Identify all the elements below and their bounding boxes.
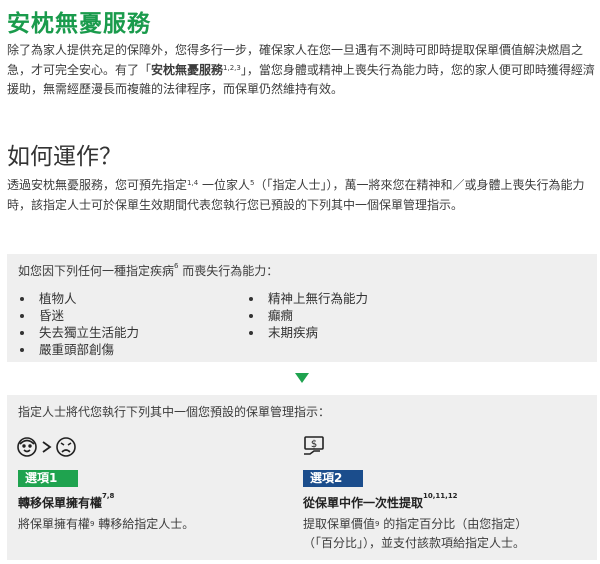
option-2-body-text-3: （「百分比」），並支付該款項給指定人士。 [303, 536, 526, 550]
illness-item: 末期疾病 [242, 324, 368, 341]
how-text-2: 一位家人 [198, 178, 250, 192]
owner-face-icon [17, 437, 37, 457]
intro-footnote: 1,2,3 [223, 63, 241, 72]
illness-list-right: 精神上無行為能力 癲癇 末期疾病 [242, 290, 368, 341]
illness-heading-text-1: 如您因下列任何一種指定疾病 [18, 264, 175, 278]
option-1-title-footnote: 7,8 [102, 492, 115, 500]
designee-face-icon [56, 437, 76, 457]
option-1-description: 將保單擁有權9 轉移給指定人士。 [18, 515, 194, 534]
option-2-title-footnote: 10,11,12 [423, 492, 458, 500]
option-2-badge: 選項2 [303, 470, 363, 487]
illness-item: 失去獨立生活能力 [13, 324, 139, 341]
illness-list-left: 植物人 昏迷 失去獨立生活能力 嚴重頭部創傷 [13, 290, 139, 358]
illness-item: 昏迷 [13, 307, 139, 324]
how-it-works-paragraph: 透過安枕無憂服務，您可預先指定1,4 一位家人5（「指定人士」），萬一將來您在精… [7, 176, 595, 215]
intro-paragraph: 除了為家人提供充足的保障外，您得多行一步，確保家人在您一旦遇有不測時可即時提取保… [7, 41, 595, 100]
illness-item: 精神上無行為能力 [242, 290, 368, 307]
intro-service-name: 安枕無憂服務 [151, 62, 224, 77]
option-2-description: 提取保單價值9 的指定百分比（由您指定） （「百分比」），並支付該款項給指定人士。 [303, 515, 527, 553]
illness-item: 癲癇 [242, 307, 368, 324]
instructions-panel-heading: 指定人士將代您執行下列其中一個您預設的保單管理指示： [18, 405, 331, 419]
option-2-body-text-2: 的指定百分比（由您指定） [379, 517, 528, 531]
option-2-title-text: 從保單中作一次性提取 [303, 496, 424, 510]
illness-item: 嚴重頭部創傷 [13, 341, 139, 358]
owner-transfer-icon [17, 437, 76, 457]
illness-item: 植物人 [13, 290, 139, 307]
greater-than-icon [42, 441, 52, 453]
option-2-body-text-1: 提取保單價值 [303, 517, 376, 531]
how-footnote-1: 1,4 [187, 179, 199, 187]
illness-panel-heading: 如您因下列任何一種指定疾病6 而喪失行為能力： [18, 262, 278, 279]
money-withdraw-icon: $ [304, 436, 324, 455]
option-1-badge: 選項1 [18, 470, 78, 487]
svg-text:$: $ [311, 439, 317, 450]
option-1-body-text-1: 將保單擁有權 [18, 517, 91, 531]
page-title: 安枕無憂服務 [7, 11, 151, 37]
option-1-title-text: 轉移保單擁有權 [18, 496, 103, 510]
option-2-title: 從保單中作一次性提取10,11,12 [303, 492, 458, 511]
illness-heading-text-2: 而喪失行為能力： [178, 264, 279, 278]
how-text-1: 透過安枕無憂服務，您可預先指定 [7, 178, 188, 192]
option-1-title: 轉移保單擁有權7,8 [18, 492, 115, 511]
how-it-works-heading: 如何運作？ [7, 144, 122, 170]
how-footnote-2: 5 [249, 179, 255, 187]
illness-panel: 如您因下列任何一種指定疾病6 而喪失行為能力： 植物人 昏迷 失去獨立生活能力 … [7, 254, 597, 362]
down-arrow-icon [295, 373, 309, 383]
option-1-body-text-2: 轉移給指定人士。 [94, 517, 195, 531]
